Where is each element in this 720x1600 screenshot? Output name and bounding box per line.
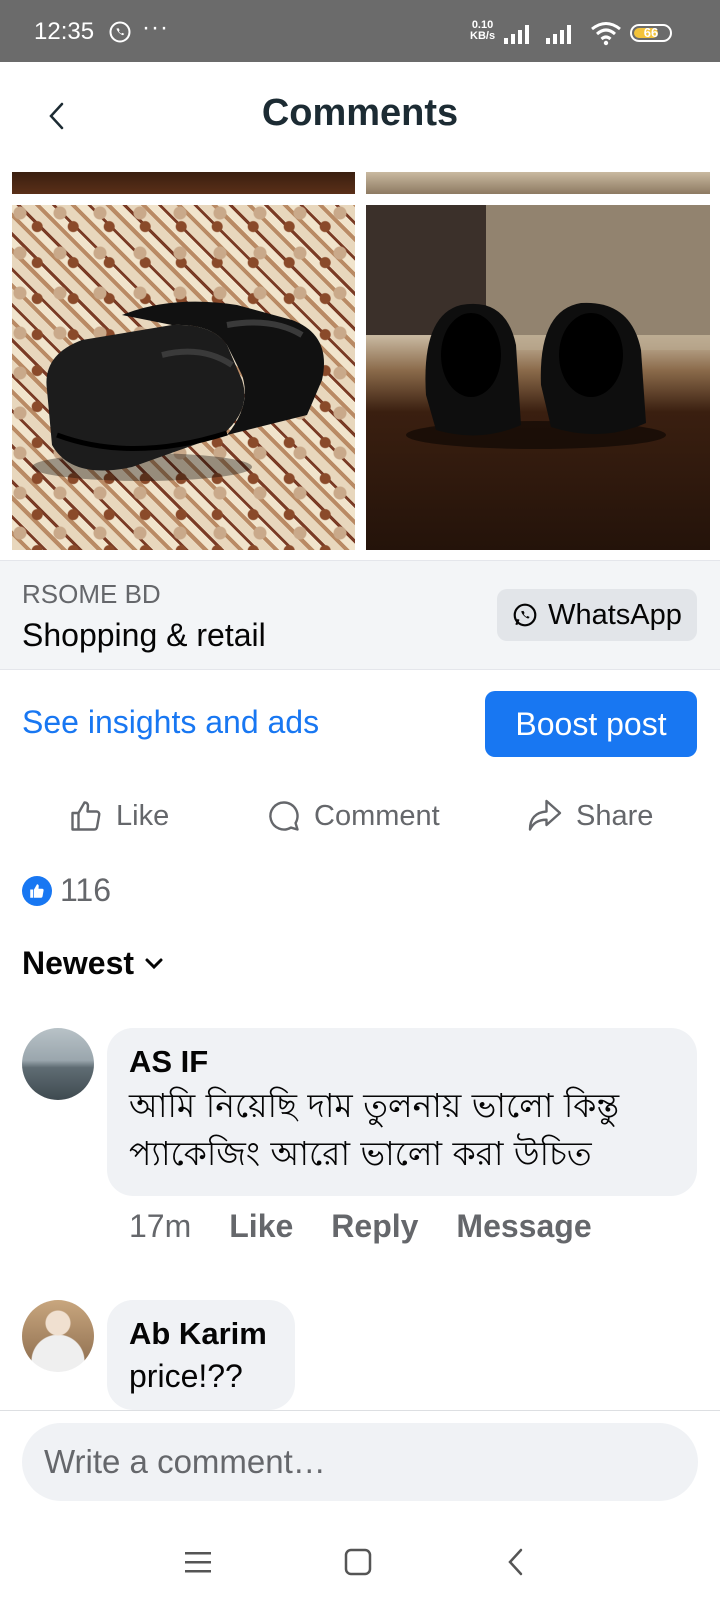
like-action-button[interactable]: Like [68, 792, 169, 840]
comment-sort-dropdown[interactable]: Newest [22, 945, 164, 982]
page-title: Comments [261, 92, 459, 134]
reaction-summary[interactable]: 116 [22, 872, 111, 909]
network-speed: 0.10 KB/s [470, 19, 496, 42]
share-icon [528, 799, 562, 831]
battery-level: 66 [643, 25, 659, 40]
menu-icon [185, 1552, 211, 1573]
comment-timestamp: 17m [129, 1208, 192, 1244]
signal-icon-2 [546, 25, 571, 44]
share-action-label: Share [576, 799, 654, 832]
see-insights-link[interactable]: See insights and ads [22, 704, 319, 741]
comment-icon [269, 801, 299, 831]
post-image-strip-right [366, 172, 710, 194]
page-name[interactable]: RSOME BD [22, 579, 161, 610]
home-square-icon [344, 1548, 372, 1576]
comment-bubble[interactable]: Ab Karim price!?? [107, 1300, 295, 1410]
comment-like-button[interactable]: Like [229, 1208, 293, 1245]
thumbs-up-icon [71, 801, 101, 831]
comment-composer [0, 1410, 720, 1520]
reaction-count: 116 [60, 872, 112, 908]
comment-bubble[interactable]: AS IF আমি নিয়েছি দাম তুলনায় ভালো কিন্ত… [107, 1028, 697, 1196]
comment-author[interactable]: Ab Karim [129, 1314, 273, 1354]
comment-action-label: Comment [314, 799, 440, 832]
comment-author[interactable]: AS IF [129, 1042, 675, 1082]
nav-back-button[interactable] [496, 1542, 536, 1582]
avatar[interactable] [22, 1028, 94, 1100]
nav-back-icon [508, 1548, 523, 1576]
wifi-icon [591, 22, 621, 46]
menu-button[interactable] [178, 1542, 218, 1582]
chevron-down-icon [145, 958, 163, 969]
shoe-photo-1 [32, 301, 324, 481]
home-button[interactable] [338, 1542, 378, 1582]
system-navigation-bar [0, 1520, 720, 1600]
whatsapp-button-label: WhatsApp [548, 598, 682, 631]
header: Comments [0, 62, 720, 170]
signal-icon [504, 25, 529, 44]
post-image-2[interactable] [366, 205, 710, 550]
more-notifications-icon: ··· [142, 14, 169, 41]
comment-actions: 17m Like Reply Message [129, 1208, 592, 1245]
comment-message-button[interactable]: Message [456, 1208, 591, 1245]
comment-action-button[interactable]: Comment [266, 792, 440, 840]
page-info-card: RSOME BD Shopping & retail WhatsApp [0, 560, 720, 670]
battery-icon: 66 [630, 24, 672, 42]
comment-text: আমি নিয়েছি দাম তুলনায় ভালো কিন্তু প্যা… [129, 1086, 620, 1173]
like-action-label: Like [116, 799, 170, 832]
whatsapp-button[interactable]: WhatsApp [497, 589, 697, 641]
status-time: 12:35 [34, 18, 95, 45]
status-bar: 12:35 ··· 0.10 KB/s 66 [0, 0, 720, 62]
page-category: Shopping & retail [22, 617, 266, 653]
avatar[interactable] [22, 1300, 94, 1372]
shoe-photo-2 [366, 205, 710, 449]
boost-post-button[interactable]: Boost post [485, 691, 697, 757]
sort-label: Newest [22, 945, 135, 981]
like-reaction-icon [22, 875, 52, 906]
whatsapp-notification-icon [109, 21, 131, 43]
comment-reply-button[interactable]: Reply [331, 1208, 418, 1245]
comment-input[interactable] [22, 1423, 698, 1501]
post-image-1[interactable] [12, 205, 355, 550]
comment-text: price!?? [129, 1358, 243, 1394]
share-action-button[interactable]: Share [526, 792, 653, 840]
post-image-strip-left [12, 172, 355, 194]
whatsapp-icon [513, 603, 537, 627]
